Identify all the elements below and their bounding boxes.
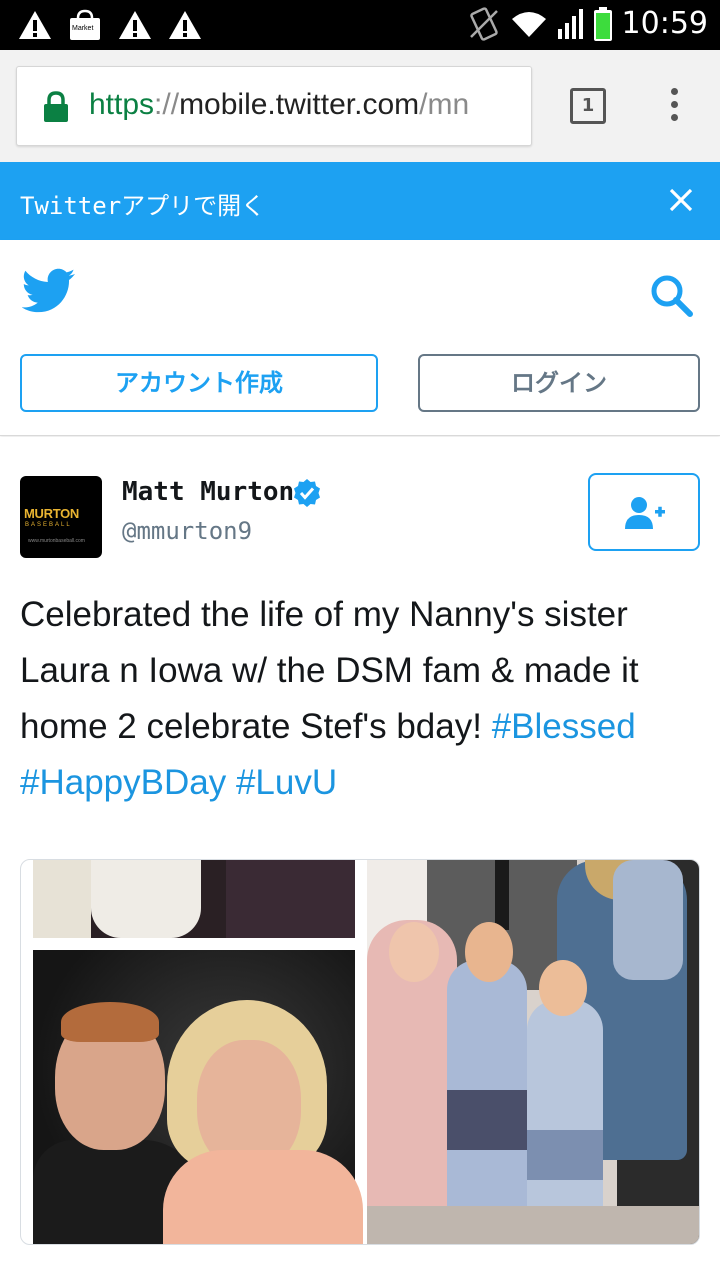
- tweet-photo[interactable]: [20, 859, 700, 1245]
- system-icons: 10:59: [468, 6, 708, 41]
- add-user-icon: [625, 497, 665, 529]
- tweet-text: Celebrated the life of my Nanny's sister…: [20, 587, 710, 811]
- market-icon: Market: [68, 9, 102, 41]
- url-host: mobile.twitter.com: [179, 88, 420, 121]
- twitter-header: アカウント作成 ログイン: [0, 240, 720, 436]
- browser-toolbar: https://mobile.twitter.com/mn 1: [0, 50, 720, 162]
- status-bar: Market 10:59: [0, 0, 720, 50]
- photo-collage-left: [33, 860, 363, 1244]
- url-fade: [491, 67, 531, 145]
- hashtag-link[interactable]: #Blessed: [492, 707, 636, 746]
- lock-icon: [44, 91, 68, 122]
- display-name[interactable]: Matt Murton: [122, 477, 294, 507]
- login-button[interactable]: ログイン: [418, 354, 700, 412]
- warning-icon: [119, 11, 151, 39]
- url-text[interactable]: https://mobile.twitter.com/mn: [89, 88, 469, 122]
- open-in-app-banner[interactable]: Twitterアプリで開く: [0, 162, 720, 240]
- user-handle[interactable]: @mmurton9: [122, 517, 252, 545]
- notification-icons: Market: [18, 9, 202, 41]
- avatar[interactable]: MURTON BASEBALL www.murtonbaseball.com: [20, 476, 102, 558]
- warning-icon: [169, 11, 201, 39]
- url-bar[interactable]: https://mobile.twitter.com/mn: [16, 66, 532, 146]
- avatar-logo-subtext: BASEBALL: [25, 522, 72, 528]
- photo-family: [367, 860, 699, 1244]
- overflow-menu-icon[interactable]: [664, 88, 684, 128]
- sign-up-button[interactable]: アカウント作成: [20, 354, 378, 412]
- url-path: /mn: [419, 88, 470, 121]
- wifi-icon: [511, 11, 546, 37]
- search-icon[interactable]: [648, 272, 694, 318]
- clock: 10:59: [621, 6, 708, 41]
- follow-button[interactable]: [588, 473, 700, 551]
- tweet: MURTON BASEBALL www.murtonbaseball.com M…: [0, 437, 720, 1280]
- verified-badge-icon: [294, 479, 320, 507]
- vibrate-icon: [469, 6, 498, 41]
- hashtag-link[interactable]: #LuvU: [236, 763, 337, 802]
- battery-icon: [593, 6, 612, 41]
- tab-switcher-button[interactable]: 1: [570, 88, 606, 124]
- avatar-logo-url: www.murtonbaseball.com: [28, 538, 85, 544]
- avatar-logo-text: MURTON: [24, 506, 80, 521]
- open-in-app-label[interactable]: Twitterアプリで開く: [20, 186, 265, 221]
- close-icon[interactable]: [668, 187, 694, 213]
- photo-couple: [33, 950, 363, 1244]
- url-separator: ://: [154, 88, 180, 121]
- market-label: Market: [72, 25, 94, 32]
- twitter-bird-icon[interactable]: [22, 268, 76, 314]
- photo-top-strip: [33, 860, 355, 938]
- url-scheme: https: [89, 88, 155, 121]
- warning-icon: [19, 11, 51, 39]
- hashtag-link[interactable]: #HappyBDay: [20, 763, 226, 802]
- signal-icon: [557, 8, 583, 39]
